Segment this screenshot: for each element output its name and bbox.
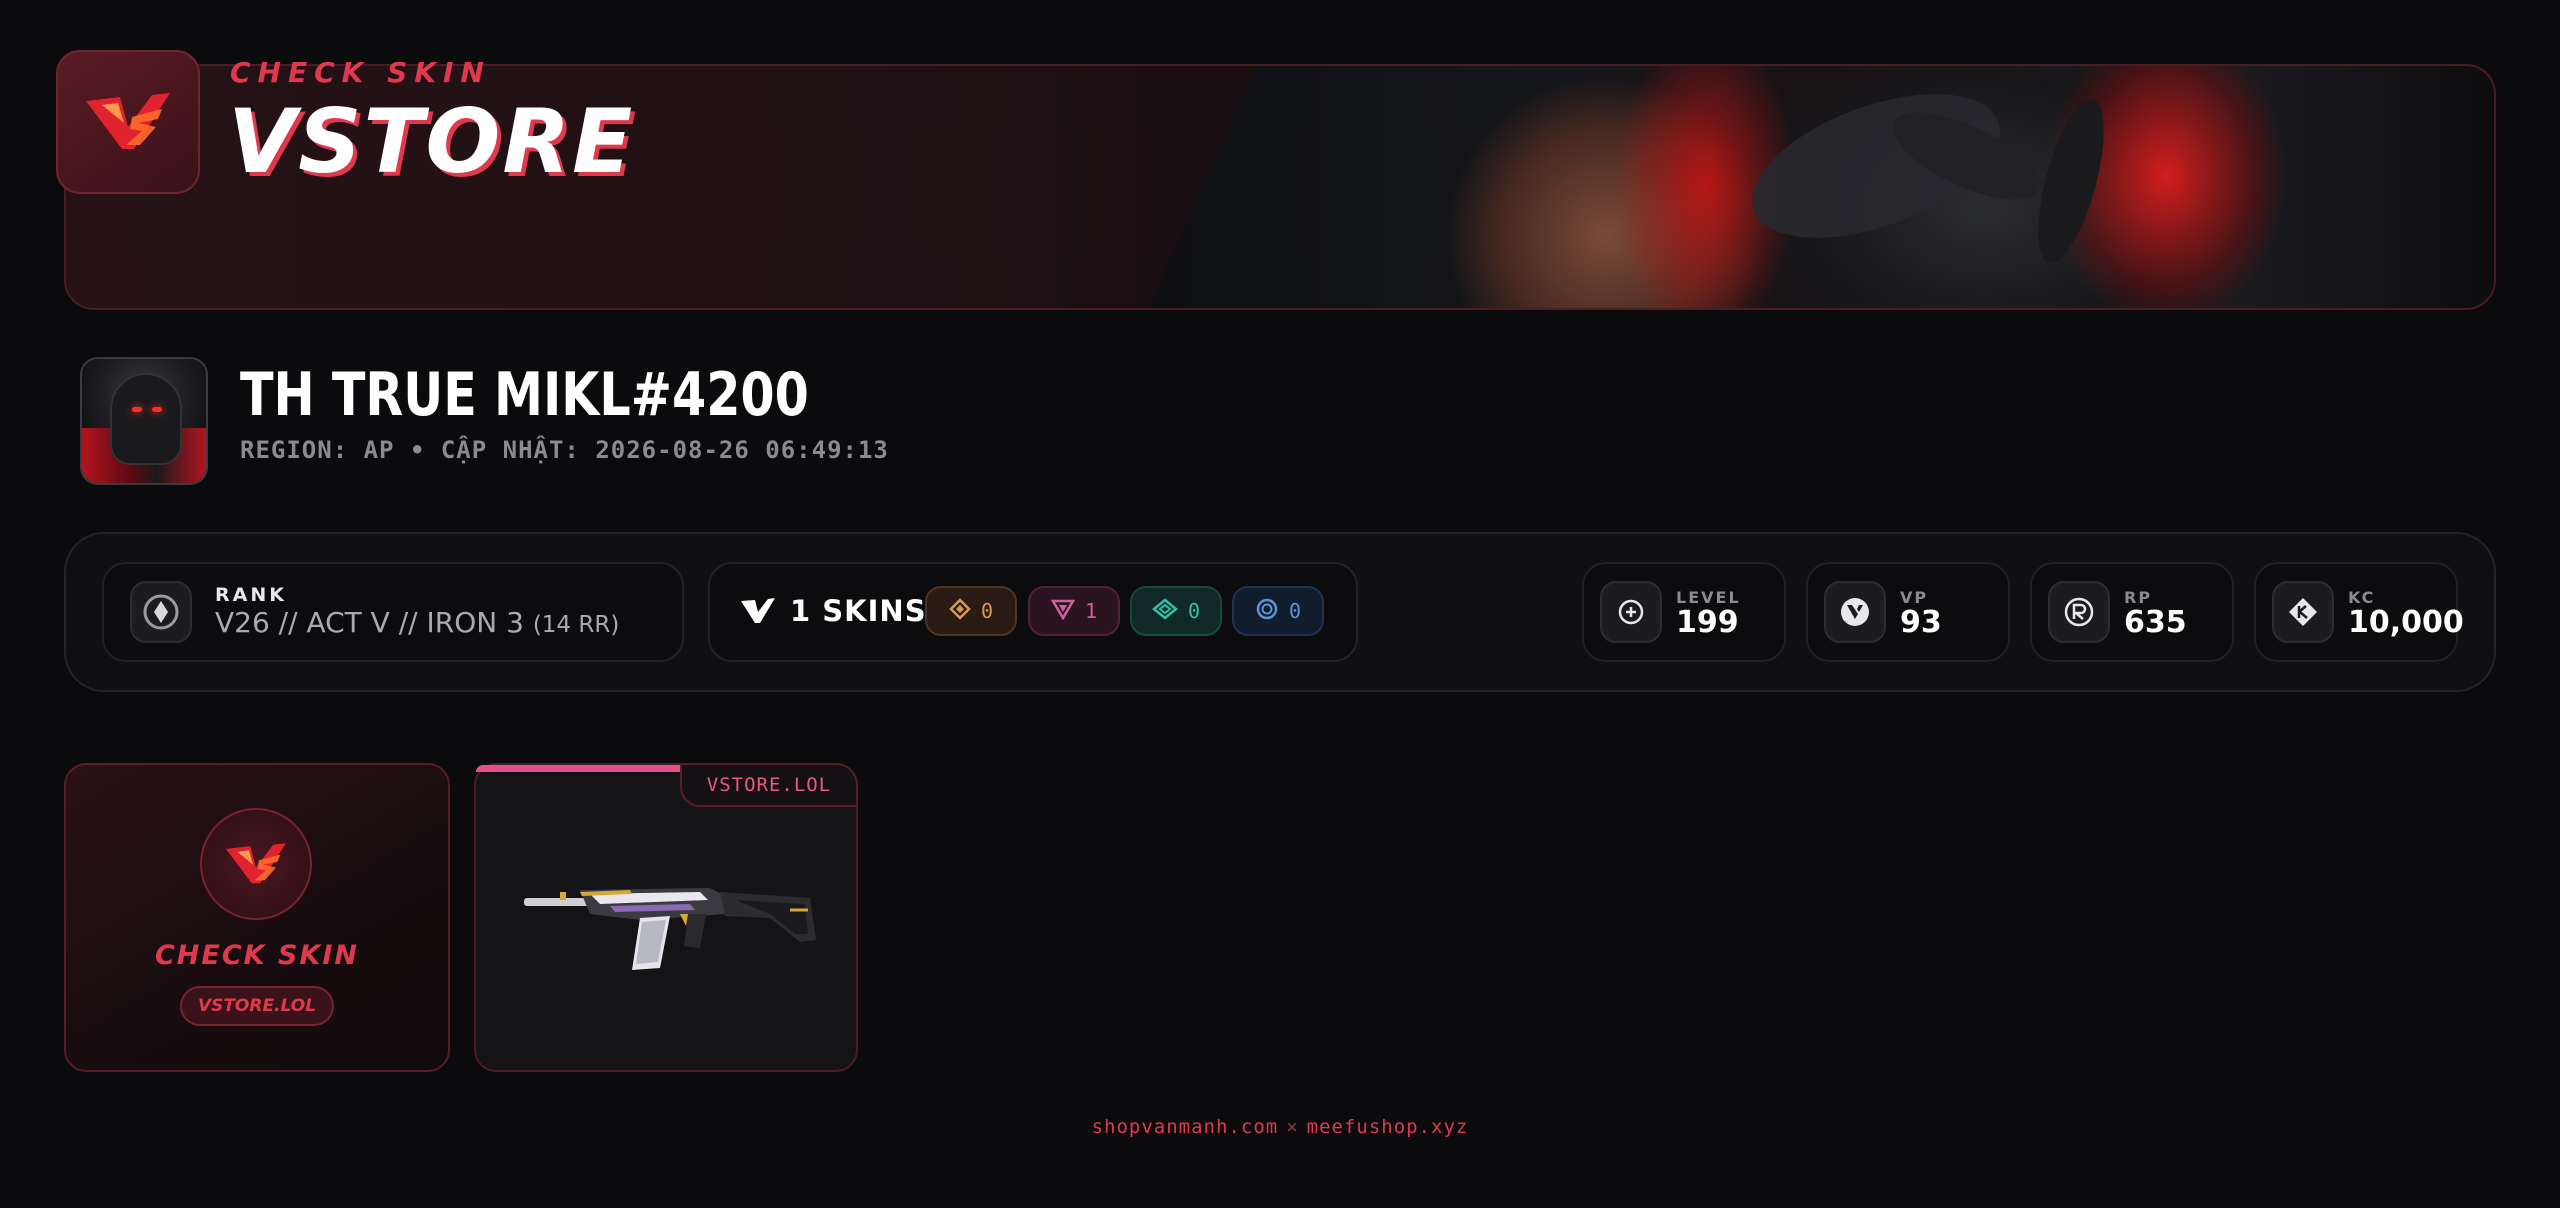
kingdom-credits-icon (2272, 581, 2334, 643)
footer-credits: shopvanmanh.com × meefushop.xyz (0, 1116, 2560, 1138)
footer-separator: × (1286, 1116, 1299, 1138)
vstore-card-logo (200, 808, 312, 920)
rank-text: V26 // ACT V // IRON 3 (215, 606, 524, 639)
promo-card-tag[interactable]: VSTORE.LOL (180, 986, 334, 1026)
rank-value: V26 // ACT V // IRON 3 (14 RR) (215, 606, 619, 639)
banner-subtitle: CHECK SKIN (230, 56, 491, 89)
vstore-mini-icon (740, 596, 776, 630)
diamond-icon (949, 597, 971, 625)
vp-value: 93 (1900, 605, 1942, 640)
valorant-points-icon (1824, 581, 1886, 643)
tier-badge-deluxe: 0 (1232, 586, 1324, 636)
rank-rr: (14 RR) (532, 612, 620, 638)
triangle-icon (1050, 598, 1076, 625)
weapon-skin-image (520, 870, 820, 984)
rp-value: 635 (2124, 605, 2187, 640)
skin-tier-bar (476, 765, 682, 772)
player-meta: REGION: AP • CẬP NHẬT: 2026-08-26 06:49:… (240, 436, 889, 464)
promo-card-title: CHECK SKIN (154, 940, 359, 971)
kc-value: 10,000 (2348, 605, 2464, 640)
skins-count: 1 SKINS (790, 594, 927, 628)
banner-artwork (1146, 66, 2494, 308)
tier-badge-premium: 0 (1130, 586, 1222, 636)
level-plus-icon (1600, 581, 1662, 643)
tier-count: 0 (980, 599, 994, 623)
footer-link-left[interactable]: shopvanmanh.com (1092, 1116, 1279, 1138)
tier-count: 0 (1288, 599, 1302, 623)
tier-badge-select: 0 (925, 586, 1017, 636)
player-name: TH TRUE MIKL#4200 (240, 360, 809, 430)
tier-badge-exclusive: 1 (1028, 586, 1120, 636)
rank-icon (130, 581, 192, 643)
vstore-logo (56, 50, 200, 194)
radianite-icon (2048, 581, 2110, 643)
ring-icon (1255, 597, 1279, 626)
tier-count: 0 (1187, 599, 1201, 623)
footer-link-right[interactable]: meefushop.xyz (1307, 1116, 1469, 1138)
rank-label: RANK (215, 584, 287, 606)
player-avatar (80, 357, 208, 485)
tier-count: 1 (1084, 599, 1098, 623)
skin-card-tag: VSTORE.LOL (680, 763, 858, 807)
level-value: 199 (1676, 605, 1739, 640)
rhombus-icon (1151, 597, 1178, 625)
banner-title: VSTORE (228, 90, 635, 193)
